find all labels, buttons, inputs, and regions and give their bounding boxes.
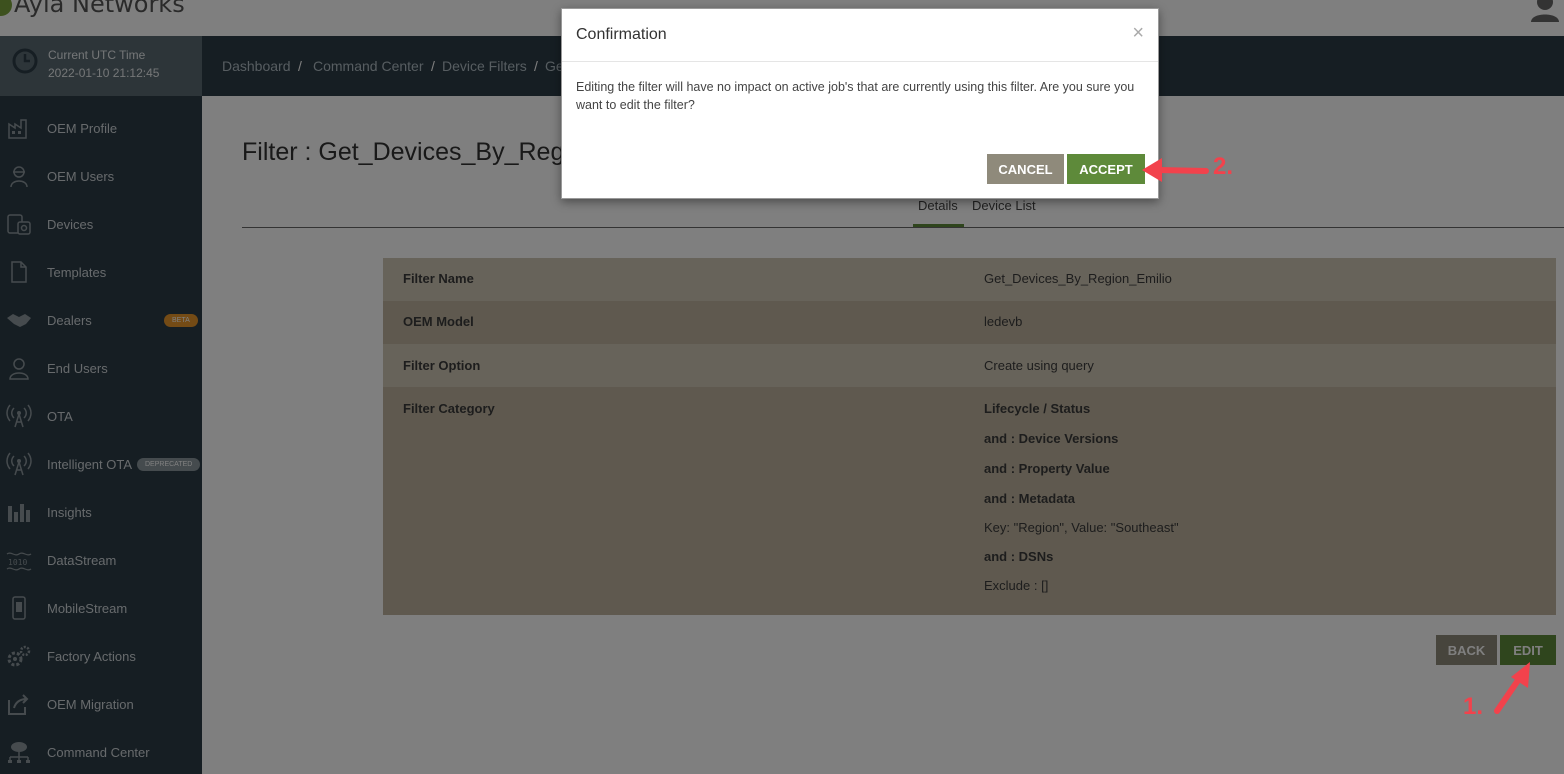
accept-button[interactable]: ACCEPT	[1067, 154, 1145, 184]
dialog-title: Confirmation	[576, 26, 667, 43]
annotation-step-1: 1.	[1463, 693, 1484, 720]
annotation-step-2: 2.	[1213, 153, 1234, 180]
close-icon[interactable]: ×	[1132, 22, 1144, 45]
dialog-divider	[562, 61, 1158, 62]
dialog-message: Editing the filter will have no impact o…	[576, 80, 1135, 112]
confirmation-dialog: Confirmation × Editing the filter will h…	[561, 8, 1159, 199]
cancel-button[interactable]: CANCEL	[987, 154, 1064, 184]
